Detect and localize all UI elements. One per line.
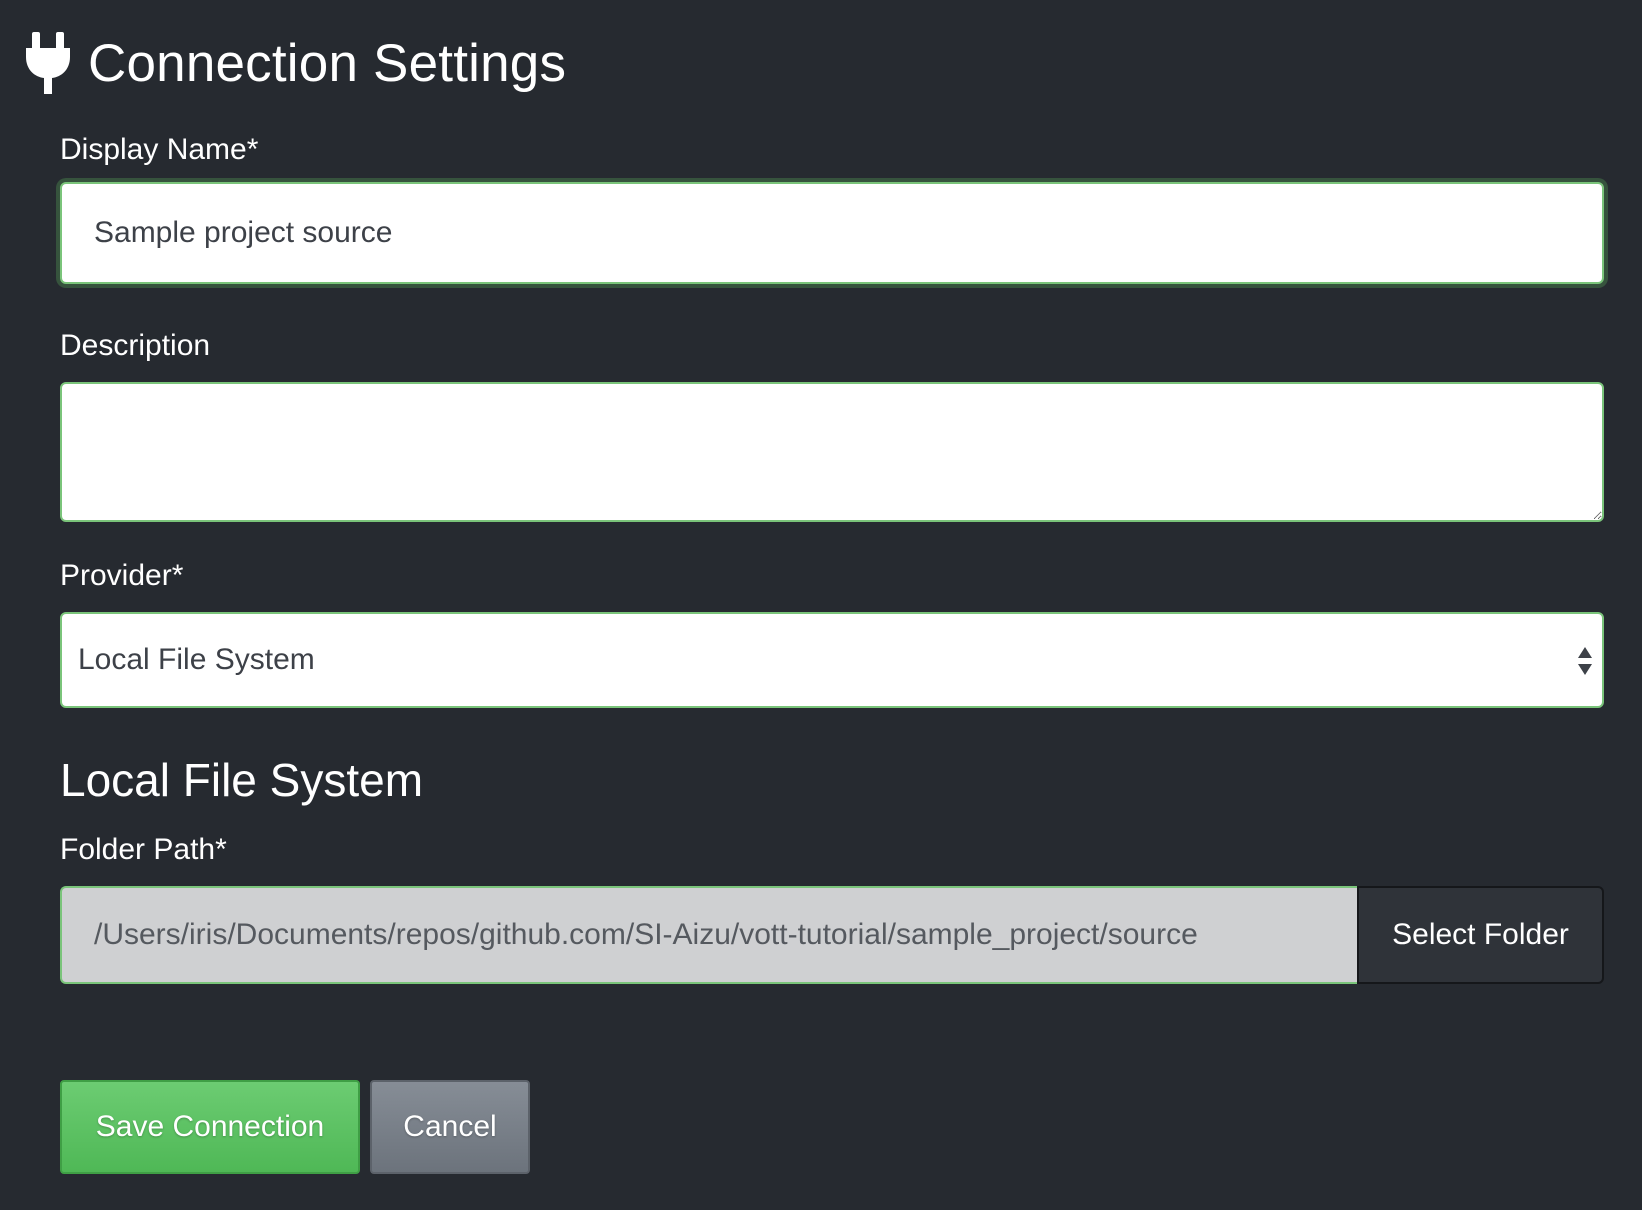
cancel-button[interactable]: Cancel (370, 1080, 530, 1174)
page-title: Connection Settings (88, 33, 567, 93)
save-connection-button[interactable]: Save Connection (60, 1080, 360, 1174)
description-textarea[interactable] (60, 382, 1604, 522)
page-header: Connection Settings (26, 28, 566, 98)
select-folder-button[interactable]: Select Folder (1357, 886, 1604, 984)
display-name-input[interactable] (60, 182, 1604, 284)
select-arrows-icon (1578, 647, 1592, 675)
folder-path-group: /Users/iris/Documents/repos/github.com/S… (60, 886, 1604, 984)
form-actions: Save Connection Cancel (60, 1080, 530, 1174)
provider-section-title: Local File System (60, 754, 424, 806)
provider-select[interactable]: Local File System (60, 612, 1604, 708)
display-name-label: Display Name* (60, 133, 259, 166)
plug-icon (26, 32, 70, 94)
provider-label: Provider* (60, 559, 184, 592)
connection-form: Display Name* Description Provider* Loca… (60, 130, 1604, 984)
description-label: Description (60, 329, 211, 362)
folder-path-label: Folder Path* (60, 833, 227, 866)
provider-selected-value: Local File System (78, 643, 315, 676)
folder-path-input[interactable]: /Users/iris/Documents/repos/github.com/S… (60, 886, 1357, 984)
